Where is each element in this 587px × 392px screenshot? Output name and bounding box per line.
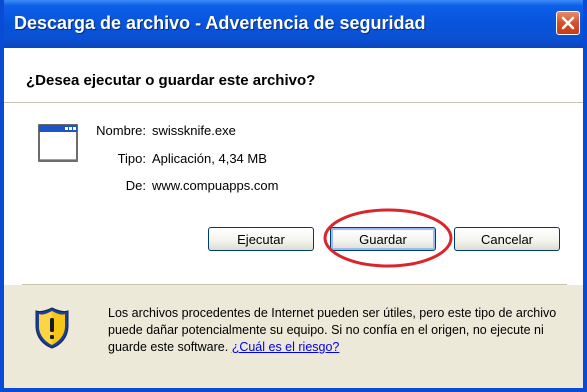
highlight-ellipse	[323, 208, 453, 268]
file-source-value: www.compuapps.com	[152, 178, 279, 193]
security-warning-dialog: Descarga de archivo - Advertencia de seg…	[0, 0, 587, 392]
file-name-label: Nombre:	[96, 123, 146, 138]
title-bar[interactable]: Descarga de archivo - Advertencia de seg…	[4, 0, 583, 48]
dialog-question: ¿Desea ejecutar o guardar este archivo?	[26, 72, 316, 89]
file-type-label: Tipo:	[117, 151, 146, 166]
run-button[interactable]: Ejecutar	[208, 227, 314, 251]
file-type-value: Aplicación, 4,34 MB	[152, 151, 267, 166]
security-warning-text: Los archivos procedentes de Internet pue…	[108, 305, 568, 356]
file-source-label: De:	[125, 178, 146, 193]
file-name-value: swissknife.exe	[152, 123, 236, 138]
cancel-button[interactable]: Cancelar	[454, 227, 560, 251]
window-title: Descarga de archivo - Advertencia de seg…	[14, 13, 426, 33]
security-shield-icon	[34, 306, 70, 355]
dialog-header: ¿Desea ejecutar o guardar este archivo?	[4, 48, 583, 103]
close-button[interactable]	[556, 11, 580, 35]
risk-info-link[interactable]: ¿Cuál es el riesgo?	[232, 340, 340, 354]
close-icon	[561, 16, 575, 30]
